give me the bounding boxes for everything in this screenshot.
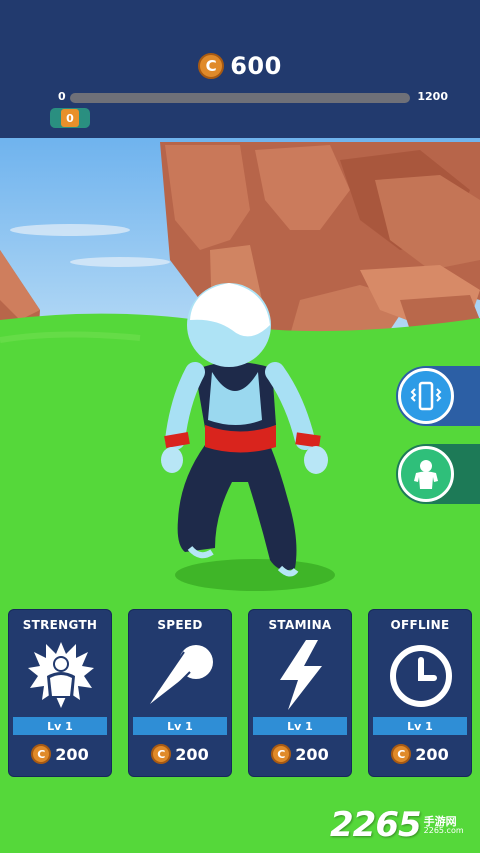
upgrade-title: OFFLINE — [390, 618, 450, 632]
progress-min: 0 — [58, 90, 66, 103]
upgrade-title: STRENGTH — [22, 618, 98, 632]
vibrate-icon — [398, 368, 454, 424]
upgrade-cards: STRENGTH Lv 1 C 200 SPEED Lv 1 C 200 STA… — [8, 609, 472, 777]
character-shadow — [175, 559, 335, 591]
upgrade-price[interactable]: C 200 — [9, 744, 111, 764]
upgrade-card-speed[interactable]: SPEED Lv 1 C 200 — [128, 609, 232, 777]
upgrade-level: Lv 1 — [253, 717, 347, 735]
coin-counter: C 600 — [0, 52, 480, 80]
upgrade-price-value: 200 — [55, 744, 89, 764]
upgrade-price[interactable]: C 200 — [129, 744, 231, 764]
watermark-url: 2265.com — [423, 825, 464, 835]
comet-icon — [150, 645, 213, 704]
upgrade-card-stamina[interactable]: STAMINA Lv 1 C 200 — [248, 609, 352, 777]
clock-icon — [390, 645, 452, 707]
lightning-icon — [280, 640, 322, 710]
progress-max: 1200 — [417, 90, 448, 103]
power-aura-icon — [28, 642, 94, 708]
coin-icon: C — [31, 744, 52, 764]
upgrade-title: STAMINA — [268, 618, 332, 632]
upgrade-price[interactable]: C 200 — [249, 744, 351, 764]
coin-icon: C — [391, 744, 412, 764]
upgrade-level: Lv 1 — [373, 717, 467, 735]
progress-track — [70, 93, 410, 103]
level-badge: 0 — [50, 108, 90, 128]
coin-icon: C — [198, 53, 225, 79]
level-progress: 0 1200 — [56, 90, 448, 106]
upgrade-price-value: 200 — [295, 744, 329, 764]
watermark-digits: 2265 — [330, 805, 422, 845]
upgrade-title: SPEED — [157, 618, 203, 632]
coin-icon: C — [271, 744, 292, 764]
character-skins-button[interactable] — [396, 444, 480, 504]
character-skin-icon — [398, 446, 454, 502]
upgrade-level: Lv 1 — [13, 717, 107, 735]
upgrade-price-value: 200 — [415, 744, 449, 764]
coin-icon: C — [151, 744, 172, 764]
site-watermark: 2265 手游网 2265.com — [330, 800, 480, 850]
vibrate-toggle-button[interactable] — [396, 366, 480, 426]
watermark-cn: 手游网 — [423, 814, 457, 828]
upgrade-card-strength[interactable]: STRENGTH Lv 1 C 200 — [8, 609, 112, 777]
upgrade-price[interactable]: C 200 — [369, 744, 471, 764]
upgrade-card-offline[interactable]: OFFLINE Lv 1 C 200 — [368, 609, 472, 777]
hud-top-bar: C 600 0 1200 0 — [0, 0, 480, 138]
upgrade-level: Lv 1 — [133, 717, 227, 735]
level-badge-value: 0 — [61, 109, 79, 127]
coin-amount: 600 — [230, 52, 282, 80]
upgrade-price-value: 200 — [175, 744, 209, 764]
